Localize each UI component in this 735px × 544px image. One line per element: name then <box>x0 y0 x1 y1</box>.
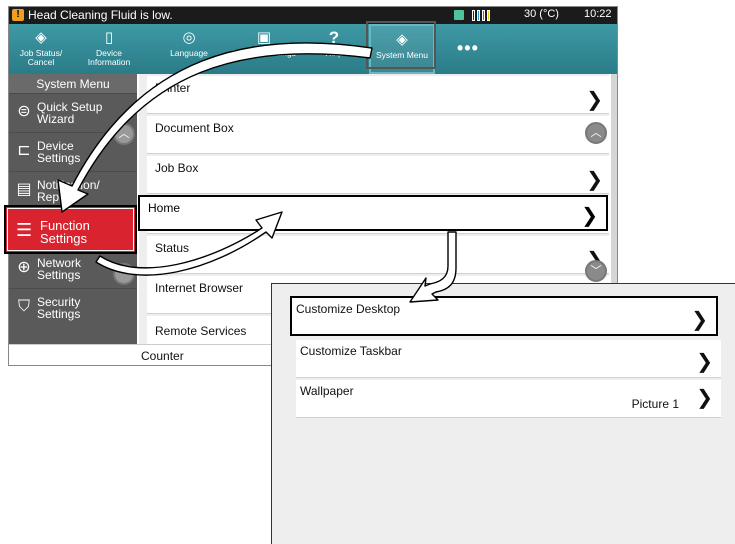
more-button[interactable]: ••• <box>457 38 479 59</box>
toner-cyan-icon <box>477 10 480 21</box>
customize-desktop-item[interactable]: Customize Desktop ❯ <box>290 296 718 336</box>
list-scroll-down-icon[interactable]: ﹀ <box>585 260 607 282</box>
sidebar-item-device-settings[interactable]: ⊏ Device Settings <box>9 134 137 172</box>
warning-icon[interactable]: ! <box>12 9 24 21</box>
job-status-label-2: Cancel <box>27 57 55 67</box>
security-icon: ⛉ <box>17 298 30 315</box>
list-item-label: Document Box <box>155 121 234 135</box>
toolbar: ◈ Job Status/ Cancel ▯ Device Informatio… <box>9 24 617 74</box>
system-menu-highlight <box>366 21 436 69</box>
list-item-label: Internet Browser <box>155 281 244 295</box>
sidebar-item-security-settings[interactable]: ⛉ Security Settings <box>9 290 137 328</box>
sidebar-item-label-2: Settings <box>37 307 81 321</box>
sidebar-item-label-2: Wizard <box>37 112 75 126</box>
chevron-right-icon: ❯ <box>691 309 708 331</box>
scroll-down-icon[interactable]: ﹀ <box>113 263 135 285</box>
chevron-right-icon: ❯ <box>696 351 713 373</box>
chevron-right-icon: ❯ <box>586 89 603 111</box>
counter-label: Counter <box>141 349 184 363</box>
manual-illustration: ! Head Cleaning Fluid is low. 30 (°C) 10… <box>0 0 735 544</box>
language-button[interactable]: ◎ Language <box>159 24 219 74</box>
customize-desktop-label: Customize Desktop <box>296 302 401 316</box>
toner-magenta-icon <box>482 10 485 21</box>
wallpaper-value: Picture 1 <box>631 397 679 411</box>
home-submenu-panel: Customize Desktop ❯ Customize Taskbar ❯ … <box>271 283 735 544</box>
customize-taskbar-label: Customize Taskbar <box>300 344 402 358</box>
help-button[interactable]: ? Help <box>309 24 359 74</box>
customize-taskbar-item[interactable]: Customize Taskbar ❯ <box>296 340 721 378</box>
sidebar-item-label-2: Report <box>37 190 74 204</box>
wallpaper-label: Wallpaper <box>300 384 354 398</box>
job-status-button[interactable]: ◈ Job Status/ Cancel <box>13 24 69 74</box>
wizard-icon: ⊜ <box>17 103 31 120</box>
favorite-settings-button[interactable]: ▣ Favorite Settings <box>229 24 299 74</box>
chevron-right-icon: ❯ <box>696 387 713 409</box>
list-item-job-box[interactable]: Job Box ❯ <box>147 156 609 194</box>
device-info-icon: ▯ <box>104 29 114 46</box>
status-message[interactable]: Head Cleaning Fluid is low. <box>28 8 173 22</box>
list-item-document-box[interactable]: Document Box <box>147 116 609 154</box>
list-item-status[interactable]: Status ❯ <box>147 236 609 274</box>
favorites-icon: ▣ <box>256 29 272 46</box>
function-settings-icon: ☰ <box>16 220 33 240</box>
language-icon: ◎ <box>182 29 196 46</box>
sidebar-item-label-2: Settings <box>37 151 81 165</box>
list-item-label: Printer <box>155 81 191 95</box>
report-icon: ▤ <box>16 181 32 198</box>
job-status-icon: ◈ <box>35 29 47 46</box>
device-info-label-2: Information <box>87 57 131 67</box>
sidebar-title: System Menu <box>9 74 137 94</box>
chevron-right-icon: ❯ <box>581 205 598 227</box>
temperature: 30 (°C) <box>524 8 559 20</box>
network-icon: ⊕ <box>17 259 31 276</box>
help-icon: ? <box>328 28 340 47</box>
sidebar-item-label-2: Settings <box>37 268 81 282</box>
device-settings-icon: ⊏ <box>17 142 31 159</box>
clock: 10:22 <box>584 8 612 20</box>
toner-black-icon <box>472 10 475 21</box>
list-item-printer[interactable]: Printer ❯ <box>147 76 609 114</box>
favorite-settings-label: Favorite Settings <box>232 48 296 58</box>
help-label: Help <box>325 48 343 58</box>
function-settings-label-2: Settings <box>40 231 87 246</box>
list-item-label: Job Box <box>155 161 199 175</box>
home-label: Home <box>148 201 181 215</box>
printer-status-icon <box>454 10 464 20</box>
wallpaper-item[interactable]: Wallpaper Picture 1 ❯ <box>296 380 721 418</box>
toner-yellow-icon <box>487 10 490 21</box>
list-item-label: Remote Services <box>155 324 247 338</box>
list-scroll-up-icon[interactable]: ︿ <box>585 122 607 144</box>
status-bar: ! Head Cleaning Fluid is low. 30 (°C) 10… <box>9 7 617 24</box>
device-info-button[interactable]: ▯ Device Information <box>79 24 139 74</box>
function-settings-highlight[interactable]: ☰ Function Settings <box>4 205 137 254</box>
list-item-label: Status <box>155 241 190 255</box>
chevron-right-icon: ❯ <box>586 169 603 191</box>
home-highlight[interactable]: Home ❯ <box>138 195 608 231</box>
language-label: Language <box>170 48 208 58</box>
